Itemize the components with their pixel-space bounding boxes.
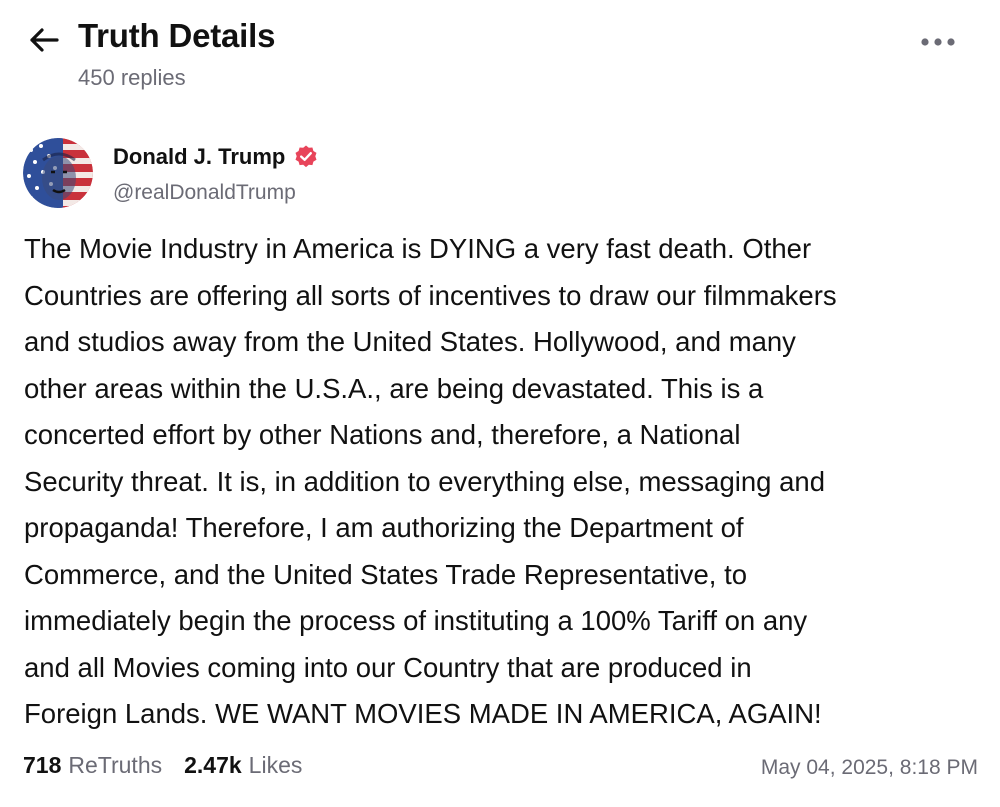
retruths-label: ReTruths bbox=[68, 752, 163, 778]
more-horizontal-icon bbox=[921, 38, 955, 46]
post-text-line: Foreign Lands. WE WANT MOVIES MADE IN AM… bbox=[24, 698, 822, 729]
page-header: Truth Details 450 replies bbox=[0, 0, 1000, 110]
post-text-line: immediately begin the process of institu… bbox=[24, 605, 808, 636]
post-text-line: The Movie Industry in America is DYING a… bbox=[24, 233, 812, 264]
post-timestamp: May 04, 2025, 8:18 PM bbox=[760, 756, 978, 779]
post-text-line: and all Movies coming into our Country t… bbox=[24, 651, 752, 683]
replies-count[interactable]: 450 replies bbox=[78, 65, 186, 91]
post-text-line: propaganda! Therefore, I am authorizing … bbox=[24, 512, 744, 543]
post-stats: 718 ReTruths 2.47k Likes bbox=[23, 752, 302, 779]
more-options-button[interactable] bbox=[916, 28, 960, 56]
author-name[interactable]: Donald J. Trump bbox=[113, 144, 285, 170]
post-text-line: concerted effort by other Nations and, t… bbox=[24, 419, 741, 450]
post-text-line: Commerce, and the United States Trade Re… bbox=[24, 558, 748, 590]
post-text: The Movie Industry in America is DYING a… bbox=[24, 226, 984, 738]
retruths-count: 718 bbox=[23, 752, 62, 778]
back-button[interactable] bbox=[26, 22, 62, 58]
arrow-left-icon bbox=[30, 28, 59, 52]
post-text-line: other areas within the U.S.A., are being… bbox=[24, 372, 764, 404]
page-title: Truth Details bbox=[78, 17, 276, 54]
post-author: Donald J. Trump @realDonaldTrump bbox=[23, 138, 723, 213]
author-name-row: Donald J. Trump bbox=[113, 144, 319, 170]
author-handle[interactable]: @realDonaldTrump bbox=[113, 181, 296, 205]
retruths-stat[interactable]: 718 ReTruths bbox=[23, 752, 162, 779]
likes-stat[interactable]: 2.47k Likes bbox=[184, 752, 302, 779]
avatar[interactable] bbox=[23, 138, 93, 208]
avatar-image bbox=[23, 138, 93, 208]
verified-badge-icon bbox=[293, 144, 319, 170]
post-text-line: Security threat. It is, in addition to e… bbox=[24, 465, 825, 497]
likes-label: Likes bbox=[248, 752, 303, 778]
likes-count: 2.47k bbox=[184, 752, 242, 778]
post-text-line: Countries are offering all sorts of ince… bbox=[24, 279, 837, 311]
post-text-line: and studios away from the United States.… bbox=[24, 326, 796, 357]
